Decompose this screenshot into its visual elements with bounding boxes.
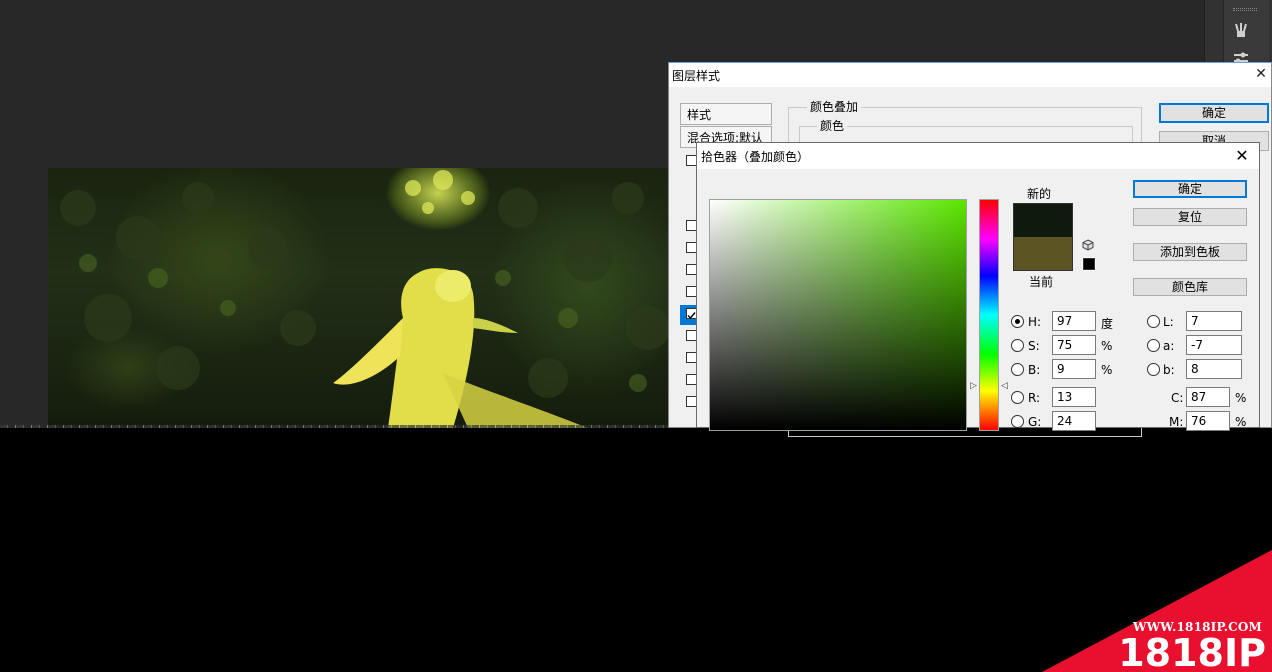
color-picker-titlebar: 拾色器（叠加颜色） <box>697 143 1259 169</box>
new-color-swatch <box>1013 203 1073 237</box>
watermark: WWW.1818IP.COM 1818IP <box>1042 550 1272 672</box>
s-radio[interactable] <box>1011 339 1024 352</box>
color-sub-title: 颜色 <box>817 117 848 134</box>
watermark-brand: 1818IP <box>1118 631 1266 672</box>
reset-button[interactable]: 复位 <box>1133 208 1247 226</box>
add-to-swatches-button[interactable]: 添加到色板 <box>1133 243 1247 261</box>
r-label: R: <box>1028 391 1041 405</box>
b-radio[interactable] <box>1011 363 1024 376</box>
styles-header-label: 样式 <box>687 108 712 122</box>
color-picker-dialog: 拾色器（叠加颜色） ✕ ▷ ◁ 新的 当前 确定 复位 添加到色板 颜色库 H:… <box>696 142 1260 431</box>
h-unit: 度 <box>1101 317 1114 331</box>
b-input[interactable]: 9 <box>1052 359 1096 379</box>
h-radio[interactable] <box>1011 315 1024 328</box>
s-input[interactable]: 75 <box>1052 335 1096 355</box>
canvas-photo-fish[interactable] <box>48 168 668 428</box>
c-input[interactable]: 87 <box>1186 387 1230 407</box>
close-icon[interactable]: ✕ <box>1253 66 1269 82</box>
close-icon[interactable]: ✕ <box>1233 147 1251 165</box>
r-input[interactable]: 13 <box>1052 387 1096 407</box>
ok-button[interactable]: 确定 <box>1159 103 1269 123</box>
panel-grip[interactable] <box>1233 8 1257 11</box>
s-label: S: <box>1028 339 1040 353</box>
hue-slider-left-arrow-icon[interactable]: ▷ <box>970 381 977 391</box>
layer-style-title: 图层样式 <box>672 68 721 83</box>
current-color-swatch[interactable] <box>1013 237 1073 271</box>
s-unit: % <box>1101 339 1113 353</box>
r-radio[interactable] <box>1011 391 1024 404</box>
g-label: G: <box>1028 415 1042 429</box>
b-label: B: <box>1028 363 1041 377</box>
l-label: L: <box>1163 315 1174 329</box>
add-to-swatches-label: 添加到色板 <box>1159 245 1220 259</box>
l-radio[interactable] <box>1147 315 1160 328</box>
hue-slider-right-arrow-icon[interactable]: ◁ <box>1001 381 1008 391</box>
lab-b-radio[interactable] <box>1147 363 1160 376</box>
color-libraries-label: 颜色库 <box>1171 280 1208 294</box>
brush-tool-icon[interactable] <box>1228 20 1254 42</box>
styles-header[interactable]: 样式 <box>680 103 772 125</box>
g-input[interactable]: 24 <box>1052 411 1096 431</box>
h-input[interactable]: 97 <box>1052 311 1096 331</box>
a-label: a: <box>1163 339 1175 353</box>
m-input[interactable]: 76 <box>1186 411 1230 431</box>
color-overlay-title: 颜色叠加 <box>807 98 862 115</box>
color-libraries-button[interactable]: 颜色库 <box>1133 278 1247 296</box>
color-picker-title: 拾色器（叠加颜色） <box>701 149 810 164</box>
h-label: H: <box>1028 315 1042 329</box>
ok-button-label: 确定 <box>1201 106 1226 120</box>
l-input[interactable]: 7 <box>1186 311 1242 331</box>
c-label: C: <box>1171 391 1184 405</box>
c-unit: % <box>1235 391 1247 405</box>
a-radio[interactable] <box>1147 339 1160 352</box>
color-field[interactable] <box>709 199 967 431</box>
b-unit: % <box>1101 363 1113 377</box>
web-safe-swatch[interactable] <box>1082 257 1096 271</box>
picker-ok-button[interactable]: 确定 <box>1133 180 1247 198</box>
layer-style-titlebar: 图层样式 <box>669 63 1271 87</box>
current-color-label: 当前 <box>1029 275 1054 289</box>
g-radio[interactable] <box>1011 415 1024 428</box>
m-unit: % <box>1235 415 1247 429</box>
m-label: M: <box>1169 415 1184 429</box>
hue-slider[interactable] <box>979 199 999 431</box>
picker-ok-label: 确定 <box>1177 182 1202 196</box>
reset-label: 复位 <box>1177 210 1202 224</box>
lab-b-input[interactable]: 8 <box>1186 359 1242 379</box>
gamut-cube-icon[interactable] <box>1082 239 1094 254</box>
lab-b-label: b: <box>1163 363 1175 377</box>
a-input[interactable]: -7 <box>1186 335 1242 355</box>
new-color-label: 新的 <box>1027 187 1052 201</box>
